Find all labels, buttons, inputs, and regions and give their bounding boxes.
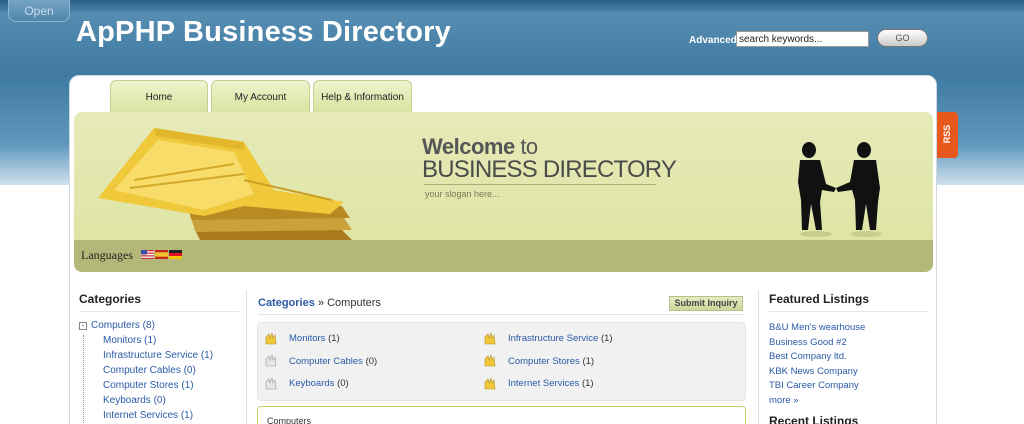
banner-languages-bar	[74, 240, 933, 272]
banner-title: BUSINESS DIRECTORY	[422, 156, 677, 183]
breadcrumb-divider	[258, 314, 744, 315]
subcategory-count: (1)	[600, 333, 613, 344]
category-label: Computers (8)	[91, 320, 155, 331]
listings-section-title: Computers	[267, 416, 312, 424]
featured-listing-item[interactable]: B&U Men's wearhouse	[769, 322, 929, 337]
categories-title: Categories	[79, 292, 142, 306]
advanced-search-link[interactable]: Advanced	[689, 35, 737, 46]
featured-sidebar: Featured Listings B&U Men's wearhouse Bu…	[769, 292, 929, 409]
listings-section: Computers	[257, 406, 746, 424]
featured-listing-item[interactable]: Business Good #2	[769, 337, 929, 352]
category-computer-stores[interactable]: Computer Stores (1)	[103, 380, 239, 395]
featured-listings-title: Featured Listings	[769, 292, 870, 306]
subcategory-keyboards[interactable]: Keyboards (0)	[289, 378, 349, 389]
categories-sidebar: Categories - Computers (8) Monitors (1) I…	[79, 292, 239, 424]
handshake-silhouette-icon	[798, 142, 882, 237]
category-computers[interactable]: - Computers (8)	[79, 320, 239, 335]
book-illustration	[98, 128, 352, 244]
subcategory-internet-services[interactable]: Internet Services (1)	[508, 378, 594, 389]
rss-button[interactable]: RSS	[937, 112, 958, 158]
folder-hand-icon	[265, 331, 277, 345]
tab-home[interactable]: Home	[110, 80, 208, 113]
submit-inquiry-button[interactable]: Submit Inquiry	[669, 296, 743, 311]
breadcrumb: Categories » Computers	[258, 297, 381, 309]
folder-hand-icon	[484, 376, 496, 390]
flag-en-icon[interactable]	[141, 250, 154, 259]
tree-collapse-icon[interactable]: -	[79, 322, 87, 330]
categories-divider	[79, 311, 239, 312]
subcategory-count: (1)	[328, 333, 340, 344]
subcategory-count: (1)	[582, 356, 595, 367]
subcategory-count: (0)	[365, 356, 378, 367]
category-monitors[interactable]: Monitors (1)	[103, 335, 239, 350]
left-column-divider	[246, 290, 247, 424]
featured-listing-item[interactable]: TBI Career Company	[769, 380, 929, 395]
featured-listing-item[interactable]: Best Company ltd.	[769, 351, 929, 366]
subcategory-count: (1)	[581, 378, 594, 389]
category-tree: - Computers (8) Monitors (1) Infrastructu…	[79, 320, 239, 424]
folder-hand-icon	[484, 331, 496, 345]
category-internet-services[interactable]: Internet Services (1)	[103, 410, 239, 424]
breadcrumb-categories-link[interactable]: Categories	[258, 297, 315, 309]
more-featured-link[interactable]: more »	[769, 395, 929, 410]
tab-my-account[interactable]: My Account	[211, 80, 310, 113]
folder-hand-empty-icon	[265, 376, 277, 390]
subcategory-name: Infrastructure Service	[508, 333, 599, 344]
subcategory-name: Computer Cables	[289, 356, 363, 367]
folder-hand-empty-icon	[265, 353, 277, 367]
featured-divider	[769, 311, 929, 312]
subcategory-name: Keyboards	[289, 378, 335, 389]
breadcrumb-separator: »	[317, 297, 325, 309]
category-keyboards[interactable]: Keyboards (0)	[103, 395, 239, 410]
subcategory-computer-stores[interactable]: Computer Stores (1)	[508, 356, 594, 367]
featured-listing-item[interactable]: KBK News Company	[769, 366, 929, 381]
flag-es-icon[interactable]	[155, 250, 168, 259]
banner-slogan: your slogan here...	[425, 189, 500, 199]
site-title[interactable]: ApPHP Business Directory	[76, 16, 451, 49]
search-input[interactable]	[736, 31, 869, 47]
flag-de-icon[interactable]	[169, 250, 182, 259]
rss-label: RSS	[942, 124, 952, 144]
open-button[interactable]: Open	[8, 0, 70, 22]
subcategory-computer-cables[interactable]: Computer Cables (0)	[289, 356, 377, 367]
category-computer-cables[interactable]: Computer Cables (0)	[103, 365, 239, 380]
subcategory-name: Computer Stores	[508, 356, 580, 367]
right-column-divider	[758, 290, 759, 424]
recent-listings-title: Recent Listings	[769, 414, 859, 424]
banner: Welcome to BUSINESS DIRECTORY your sloga…	[74, 112, 933, 272]
subcategory-name: Monitors	[289, 333, 326, 344]
subcategory-name: Internet Services	[508, 378, 580, 389]
tab-help-information[interactable]: Help & Information	[313, 80, 412, 113]
banner-divider	[424, 184, 656, 185]
breadcrumb-current: Computers	[327, 297, 381, 309]
go-button[interactable]: GO	[877, 29, 928, 47]
subcategory-monitors[interactable]: Monitors (1)	[289, 333, 340, 344]
subcategory-infrastructure-service[interactable]: Infrastructure Service (1)	[508, 333, 613, 344]
languages-label: Languages	[81, 248, 133, 262]
category-infrastructure-service[interactable]: Infrastructure Service (1)	[103, 350, 239, 365]
subcategory-count: (0)	[337, 378, 349, 389]
folder-hand-icon	[484, 353, 496, 367]
